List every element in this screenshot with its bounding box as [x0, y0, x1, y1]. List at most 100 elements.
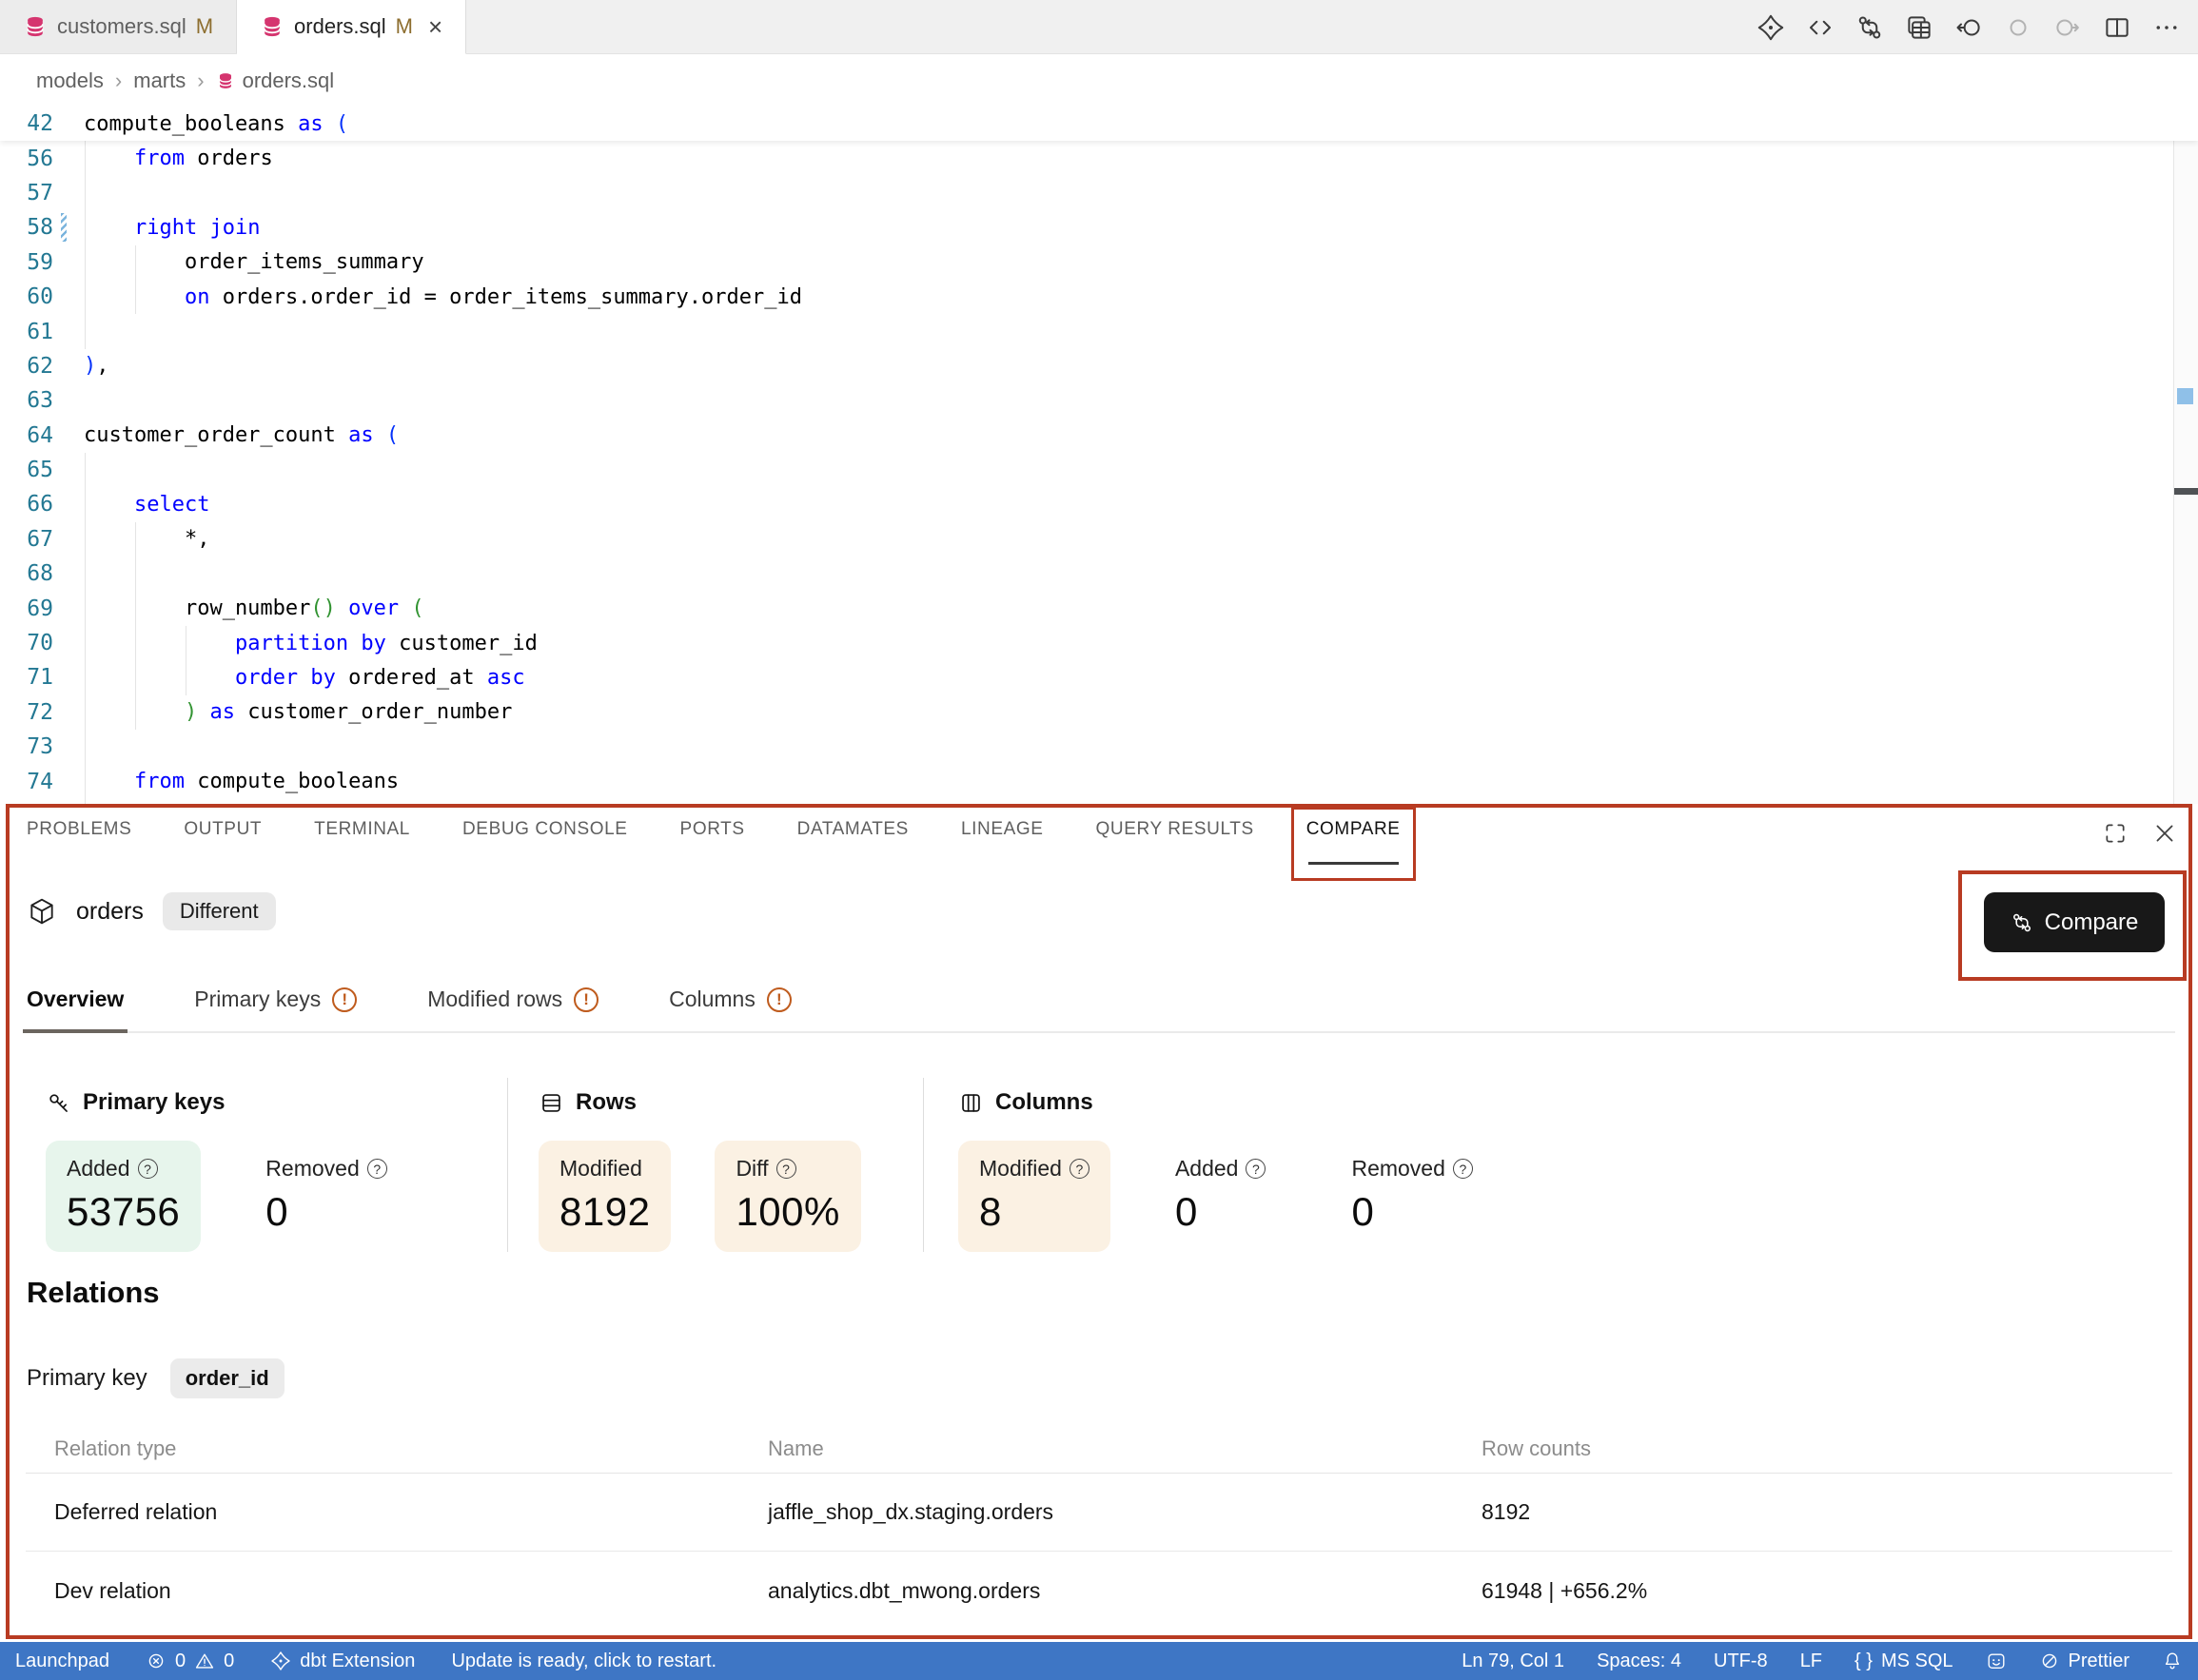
- subtab-columns[interactable]: Columns!: [665, 987, 795, 1031]
- code-line-69: 69 row_number() over (: [0, 591, 2198, 625]
- compare-button[interactable]: Compare: [1984, 892, 2165, 952]
- close-panel-icon[interactable]: [2152, 821, 2177, 846]
- status-item-problems[interactable]: 00: [146, 1651, 234, 1672]
- status-item-update-notice[interactable]: Update is ready, click to restart.: [451, 1651, 716, 1672]
- subtab-label: Overview: [27, 987, 124, 1012]
- status-bar-right: Ln 79, Col 1 Spaces: 4 UTF-8 LF { }MS SQL Pre…: [1429, 1651, 2183, 1672]
- warning-circle-icon[interactable]: !: [332, 987, 357, 1012]
- help-circle-icon[interactable]: ?: [138, 1159, 158, 1179]
- previous-change-icon[interactable]: [2004, 13, 2032, 42]
- panel-tab-output[interactable]: OUTPUT: [184, 819, 262, 853]
- editor-tab-customers.sql[interactable]: customers.sqlM: [0, 0, 237, 53]
- more-actions-icon[interactable]: [2152, 13, 2181, 42]
- table-cell: analytics.dbt_mwong.orders: [739, 1578, 1453, 1604]
- code-text: from compute_booleans: [53, 770, 399, 793]
- line-number: 58: [0, 215, 53, 240]
- status-item-notifications[interactable]: [2162, 1651, 2183, 1671]
- line-number: 72: [0, 700, 53, 725]
- code-line-56: 56 from orders: [0, 141, 2198, 175]
- stat-title: Primary keys: [46, 1089, 507, 1116]
- back-circle-icon[interactable]: [1954, 13, 1983, 42]
- line-number: 64: [0, 423, 53, 448]
- subtab-primary-keys[interactable]: Primary keys!: [190, 987, 361, 1031]
- status-badge: Different: [163, 892, 276, 930]
- help-circle-icon[interactable]: ?: [367, 1159, 387, 1179]
- editor-tab-orders.sql[interactable]: orders.sqlM×: [237, 0, 466, 54]
- status-item-indentation[interactable]: Spaces: 4: [1597, 1651, 1681, 1672]
- line-number: 74: [0, 770, 53, 794]
- breadcrumb[interactable]: models›marts›orders.sql: [0, 55, 2198, 107]
- compare-button-label: Compare: [2045, 909, 2139, 936]
- active-tab-underline: [1308, 862, 1399, 865]
- code-line-57: 57: [0, 176, 2198, 210]
- stat-card-label: Removed?: [265, 1156, 386, 1182]
- help-circle-icon[interactable]: ?: [776, 1159, 796, 1179]
- panel-tab-debug-console[interactable]: DEBUG CONSOLE: [462, 819, 628, 853]
- close-tab-icon[interactable]: ×: [428, 14, 442, 39]
- help-circle-icon[interactable]: ?: [1070, 1159, 1089, 1179]
- table-cell: Dev relation: [26, 1578, 739, 1604]
- panel-tab-datamates[interactable]: DATAMATES: [797, 819, 909, 853]
- split-editor-icon[interactable]: [2103, 13, 2131, 42]
- line-number: 67: [0, 527, 53, 552]
- status-bar: Launchpad 00 dbt Extension Update is ready,…: [0, 1642, 2198, 1680]
- status-text: Ln 79, Col 1: [1462, 1651, 1564, 1672]
- code-text: from orders: [53, 147, 273, 170]
- stat-card-modified: Modified?8: [958, 1141, 1110, 1252]
- status-item-dbt-extension[interactable]: dbt Extension: [270, 1651, 415, 1672]
- code-line-71: 71 order by ordered_at asc: [0, 660, 2198, 694]
- breadcrumb-file[interactable]: orders.sql: [216, 68, 335, 93]
- status-item-launchpad[interactable]: Launchpad: [15, 1651, 109, 1672]
- panel-tab-lineage[interactable]: LINEAGE: [961, 819, 1044, 853]
- warning-circle-icon[interactable]: !: [574, 987, 599, 1012]
- code-text: row_number() over (: [53, 596, 424, 620]
- next-change-icon[interactable]: [2053, 13, 2082, 42]
- panel-tab-label: DATAMATES: [797, 819, 909, 839]
- status-text: { }: [1855, 1651, 1873, 1672]
- breadcrumb-item[interactable]: models: [36, 68, 104, 93]
- stat-title-label: Primary keys: [83, 1089, 225, 1116]
- code-text: order by ordered_at asc: [53, 666, 525, 690]
- line-number: 56: [0, 147, 53, 171]
- line-number: 57: [0, 181, 53, 205]
- table-row: Dev relationanalytics.dbt_mwong.orders61…: [26, 1552, 2172, 1630]
- panel-tab-label: COMPARE: [1306, 819, 1401, 839]
- editor-scrollbar[interactable]: [2173, 107, 2198, 807]
- status-item-feedback[interactable]: [1986, 1651, 2007, 1671]
- warning-circle-icon[interactable]: !: [767, 987, 792, 1012]
- stat-card-diff: Diff?100%: [715, 1141, 860, 1252]
- panel-tab-ports[interactable]: PORTS: [680, 819, 745, 853]
- panel-tab-problems[interactable]: PROBLEMS: [27, 819, 131, 853]
- panel-tab-terminal[interactable]: TERMINAL: [314, 819, 410, 853]
- stat-card-label-text: Modified: [559, 1156, 642, 1182]
- status-item-language-mode[interactable]: { }MS SQL: [1855, 1651, 1953, 1672]
- help-circle-icon[interactable]: ?: [1453, 1159, 1473, 1179]
- maximize-panel-icon[interactable]: [2103, 821, 2128, 846]
- panel-tab-query-results[interactable]: QUERY RESULTS: [1096, 819, 1254, 853]
- subtab-modified-rows[interactable]: Modified rows!: [423, 987, 602, 1031]
- panel-tab-label: DEBUG CONSOLE: [462, 819, 628, 839]
- dbt-icon[interactable]: [1756, 13, 1785, 42]
- stat-card-value: 0: [1175, 1189, 1266, 1235]
- status-item-eol-sequence[interactable]: LF: [1800, 1651, 1822, 1672]
- status-item-prettier[interactable]: Prettier: [2039, 1651, 2129, 1672]
- breadcrumb-item[interactable]: marts: [133, 68, 186, 93]
- column-header: Name: [739, 1436, 1453, 1461]
- code-text: ),: [53, 354, 109, 378]
- subtab-overview[interactable]: Overview: [23, 987, 128, 1031]
- stat-group-primary-keys: Primary keysAdded?53756Removed?0: [27, 1078, 507, 1252]
- copy-table-icon[interactable]: [1905, 13, 1933, 42]
- tab-label: orders.sql: [294, 14, 386, 39]
- code-preview-icon[interactable]: [1806, 13, 1835, 42]
- git-compare-icon[interactable]: [1855, 13, 1884, 42]
- help-circle-icon[interactable]: ?: [1246, 1159, 1266, 1179]
- status-text: 0: [224, 1651, 234, 1672]
- status-item-cursor-position[interactable]: Ln 79, Col 1: [1462, 1651, 1564, 1672]
- bell-icon: [2162, 1651, 2183, 1671]
- code-editor[interactable]: 42compute_booleans as (56 from orders575…: [0, 107, 2198, 807]
- primary-key-row: Primary key order_id: [27, 1358, 285, 1398]
- status-item-encoding[interactable]: UTF-8: [1714, 1651, 1768, 1672]
- line-number: 65: [0, 458, 53, 482]
- line-number: 62: [0, 354, 53, 379]
- panel-tab-compare[interactable]: COMPARE: [1306, 819, 1401, 853]
